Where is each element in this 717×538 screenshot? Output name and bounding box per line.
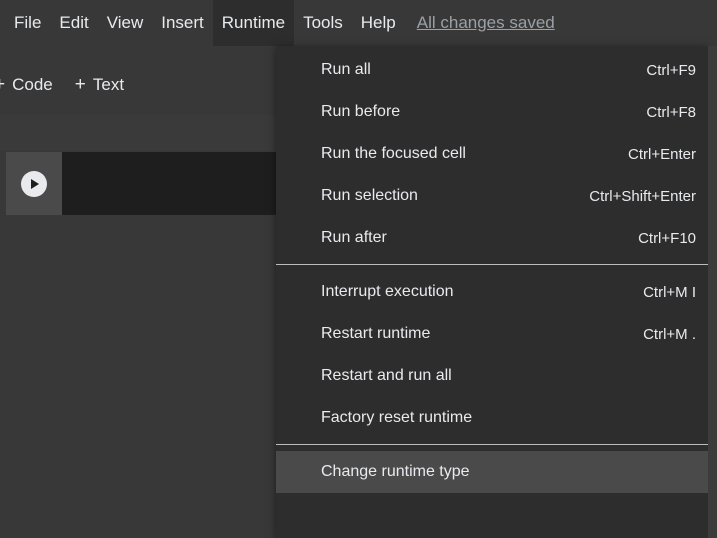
- menu-item-shortcut: Ctrl+M I: [643, 283, 696, 301]
- menu-item-label: Change runtime type: [321, 463, 470, 480]
- menu-item-label: Run after: [321, 229, 387, 246]
- add-text-label: Text: [92, 75, 125, 94]
- add-code-label: Code: [12, 75, 53, 94]
- play-icon: [31, 178, 39, 189]
- toolbar: + Code + Text: [0, 62, 146, 108]
- menu-item-run-the-focused-cell[interactable]: Run the focused cell Ctrl+Enter: [276, 133, 708, 175]
- menu-edit[interactable]: Edit: [50, 0, 97, 46]
- menu-file[interactable]: File: [0, 0, 50, 46]
- menu-divider: [276, 264, 708, 265]
- menu-help[interactable]: Help: [352, 0, 405, 46]
- add-text-button[interactable]: + Text: [75, 74, 124, 96]
- run-cell-button[interactable]: [21, 170, 47, 197]
- menu-item-run-selection[interactable]: Run selection Ctrl+Shift+Enter: [276, 175, 708, 217]
- menu-view[interactable]: View: [98, 0, 153, 46]
- menu-item-label: Run all: [321, 61, 371, 78]
- menu-item-shortcut: Ctrl+Enter: [628, 145, 696, 163]
- plus-icon: +: [0, 74, 5, 96]
- menu-item-restart-and-run-all[interactable]: Restart and run all: [276, 355, 708, 397]
- menu-bar: File Edit View Insert Runtime Tools Help…: [0, 0, 717, 46]
- menu-divider: [276, 444, 708, 445]
- menu-item-shortcut: Ctrl+F8: [646, 103, 696, 121]
- menu-item-label: Run selection: [321, 187, 418, 204]
- save-status-link[interactable]: All changes saved: [405, 13, 555, 33]
- plus-icon: +: [74, 74, 86, 95]
- menu-item-shortcut: Ctrl+F9: [646, 61, 696, 79]
- menu-item-run-all[interactable]: Run all Ctrl+F9: [276, 49, 708, 91]
- add-code-button[interactable]: + Code: [0, 74, 53, 96]
- menu-item-label: Restart and run all: [321, 367, 452, 384]
- scrollbar-track[interactable]: [708, 46, 717, 538]
- menu-item-shortcut: Ctrl+F10: [638, 229, 696, 247]
- menu-runtime[interactable]: Runtime: [212, 0, 295, 46]
- menu-item-run-after[interactable]: Run after Ctrl+F10: [276, 217, 708, 259]
- menu-item-interrupt-execution[interactable]: Interrupt execution Ctrl+M I: [276, 271, 708, 313]
- menu-item-shortcut: Ctrl+M .: [643, 325, 696, 343]
- menu-item-label: Factory reset runtime: [321, 409, 473, 426]
- menu-item-label: Interrupt execution: [321, 283, 454, 300]
- menu-item-shortcut: Ctrl+Shift+Enter: [589, 187, 696, 205]
- menu-item-change-runtime-type[interactable]: Change runtime type: [276, 451, 708, 493]
- menu-insert[interactable]: Insert: [152, 0, 213, 46]
- runtime-menu-dropdown: Run all Ctrl+F9 Run before Ctrl+F8 Run the f…: [276, 46, 708, 538]
- menu-item-restart-runtime[interactable]: Restart runtime Ctrl+M .: [276, 313, 708, 355]
- menu-tools[interactable]: Tools: [294, 0, 352, 46]
- cell-gutter: [6, 152, 62, 215]
- menu-item-label: Run before: [321, 103, 401, 120]
- menu-item-factory-reset-runtime[interactable]: Factory reset runtime: [276, 397, 708, 439]
- menu-item-run-before[interactable]: Run before Ctrl+F8: [276, 91, 708, 133]
- menu-item-label: Restart runtime: [321, 325, 431, 342]
- menu-item-label: Run the focused cell: [321, 145, 466, 162]
